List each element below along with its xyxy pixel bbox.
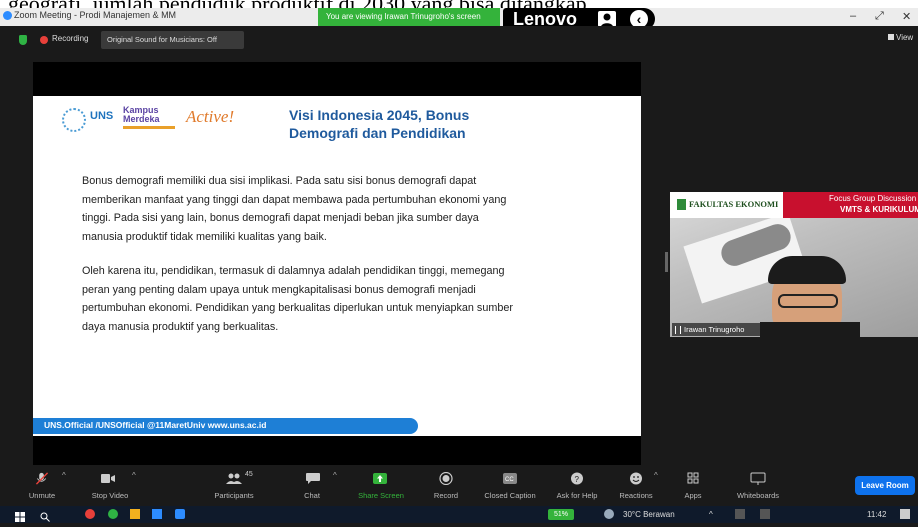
- original-sound-toggle[interactable]: Original Sound for Musicians: Off: [101, 31, 244, 49]
- video-camera-icon: [101, 474, 115, 483]
- paragraph-line: tinggi. Pada sisi yang lain, bonus demog…: [82, 212, 479, 224]
- paragraph-line: Bonus demografi memiliki dua sisi implik…: [82, 175, 477, 187]
- close-button[interactable]: ✕: [902, 10, 911, 23]
- paragraph-line: daya manusia produktif yang berkualitas.: [82, 320, 279, 333]
- network-icon[interactable]: [735, 509, 745, 519]
- clock-time[interactable]: 11:42: [867, 510, 886, 519]
- faculty-logo-icon: [677, 199, 686, 210]
- uns-logo-text: UNS: [90, 110, 114, 122]
- reactions-label: Reactions: [619, 491, 653, 500]
- split-divider-handle[interactable]: [665, 252, 668, 272]
- view-button[interactable]: View: [888, 33, 913, 42]
- fgd-banner-line1: Focus Group Discussion: [829, 194, 917, 203]
- merdeka-word: Merdeka: [123, 114, 160, 124]
- person-icon: [598, 11, 616, 27]
- closed-caption-icon: CC: [503, 473, 517, 484]
- slide-paragraph-1: Bonus demografi memiliki dua sisi implik…: [82, 172, 506, 246]
- slide-title-line1: Visi Indonesia 2045, Bonus: [289, 107, 470, 123]
- apps-label: Apps: [684, 491, 702, 500]
- participant-name-tag: Irawan Trinugroho: [672, 323, 760, 336]
- battery-indicator[interactable]: 51%: [548, 509, 574, 520]
- slide-title: Visi Indonesia 2045, Bonus Demografi dan…: [289, 106, 469, 142]
- svg-text:?: ?: [575, 475, 580, 484]
- zoom-taskbar-icon[interactable]: [175, 509, 185, 519]
- meeting-toolbar: [0, 466, 918, 506]
- chat-label: Chat: [304, 491, 320, 500]
- kampus-merdeka-underline: [123, 126, 175, 129]
- apps-icon: [687, 472, 699, 484]
- svg-text:CC: CC: [505, 477, 514, 483]
- chat-icon: [306, 473, 320, 484]
- chevron-up-icon[interactable]: ^: [62, 471, 66, 480]
- chevron-up-icon[interactable]: ^: [654, 471, 658, 480]
- slide-title-line2: Demografi dan Pendidikan: [289, 125, 466, 141]
- help-icon: ?: [571, 472, 583, 485]
- paragraph-line: memberikan manfaat yang tinggi dan dapat…: [82, 193, 507, 206]
- window-title: Zoom Meeting - Prodi Manajemen & MM: [14, 10, 177, 20]
- uns-logo-icon: [62, 108, 86, 132]
- chevron-up-icon[interactable]: ^: [333, 471, 337, 480]
- participants-label: Participants: [214, 491, 254, 500]
- weather-text[interactable]: 30°C Berawan: [623, 510, 675, 519]
- viewing-screen-banner[interactable]: You are viewing Irawan Trinugroho's scre…: [318, 8, 500, 26]
- search-icon[interactable]: [40, 509, 50, 522]
- kampus-merdeka-logo: Kampus Merdeka: [123, 106, 160, 124]
- file-explorer-icon[interactable]: [130, 509, 140, 519]
- paragraph-line: Oleh karena itu, pendidikan, termasuk di…: [82, 265, 505, 277]
- smiley-icon: [630, 472, 642, 485]
- unmute-label: Unmute: [28, 491, 56, 500]
- participant-glasses: [778, 294, 838, 308]
- microphone-muted-icon: [35, 472, 49, 485]
- volume-icon[interactable]: [760, 509, 770, 519]
- recording-icon: [40, 36, 48, 44]
- chevron-up-icon[interactable]: ^: [709, 510, 713, 519]
- notification-icon[interactable]: [900, 509, 910, 519]
- audio-level-icon: [675, 326, 681, 334]
- recording-label[interactable]: Recording: [52, 34, 88, 43]
- restore-button[interactable]: ⤢: [875, 10, 884, 23]
- paragraph-line: peran yang penting dalam upaya untuk men…: [82, 283, 476, 296]
- ask-for-help-label: Ask for Help: [556, 491, 598, 500]
- chevron-up-icon[interactable]: ^: [132, 471, 136, 480]
- minimize-button[interactable]: –: [850, 10, 856, 22]
- whiteboards-label: Whiteboards: [736, 491, 780, 500]
- windows-start-icon[interactable]: [15, 509, 25, 522]
- fgd-banner-line2: VMTS & KURIKULUM: [840, 205, 918, 214]
- participant-shirt: [760, 322, 860, 342]
- slide-footer-text: UNS.Official /UNSOfficial @11MaretUniv w…: [44, 420, 267, 430]
- slide-paragraph-2: Oleh karena itu, pendidikan, termasuk di…: [82, 262, 513, 336]
- view-label: View: [896, 33, 914, 42]
- shield-icon[interactable]: [19, 35, 27, 45]
- grid-icon: [888, 34, 894, 40]
- participant-hair: [768, 256, 846, 284]
- word-icon[interactable]: [152, 509, 162, 519]
- faculty-name: FAKULTAS EKONOMI: [689, 199, 779, 209]
- paragraph-line: manusia produktif tidak memiliki kualita…: [82, 230, 327, 243]
- whiteboard-icon: [750, 472, 766, 485]
- leave-room-button[interactable]: Leave Room: [855, 476, 915, 495]
- participants-icon: [226, 473, 242, 484]
- cloud-icon: [604, 509, 614, 519]
- participants-count: 45: [245, 471, 253, 478]
- record-icon: [439, 472, 453, 485]
- chrome-icon[interactable]: [85, 509, 95, 519]
- record-label: Record: [433, 491, 459, 500]
- active-logo: Active!: [186, 107, 235, 126]
- paragraph-line: pertumbuhan ekonomi. Pendidikan yang ber…: [82, 302, 513, 314]
- share-screen-label: Share Screen: [358, 491, 404, 500]
- share-screen-icon: [373, 473, 387, 484]
- stop-video-label: Stop Video: [91, 491, 129, 500]
- whatsapp-icon[interactable]: [108, 509, 118, 519]
- closed-caption-label: Closed Caption: [484, 491, 536, 500]
- zoom-app-icon: [3, 11, 12, 20]
